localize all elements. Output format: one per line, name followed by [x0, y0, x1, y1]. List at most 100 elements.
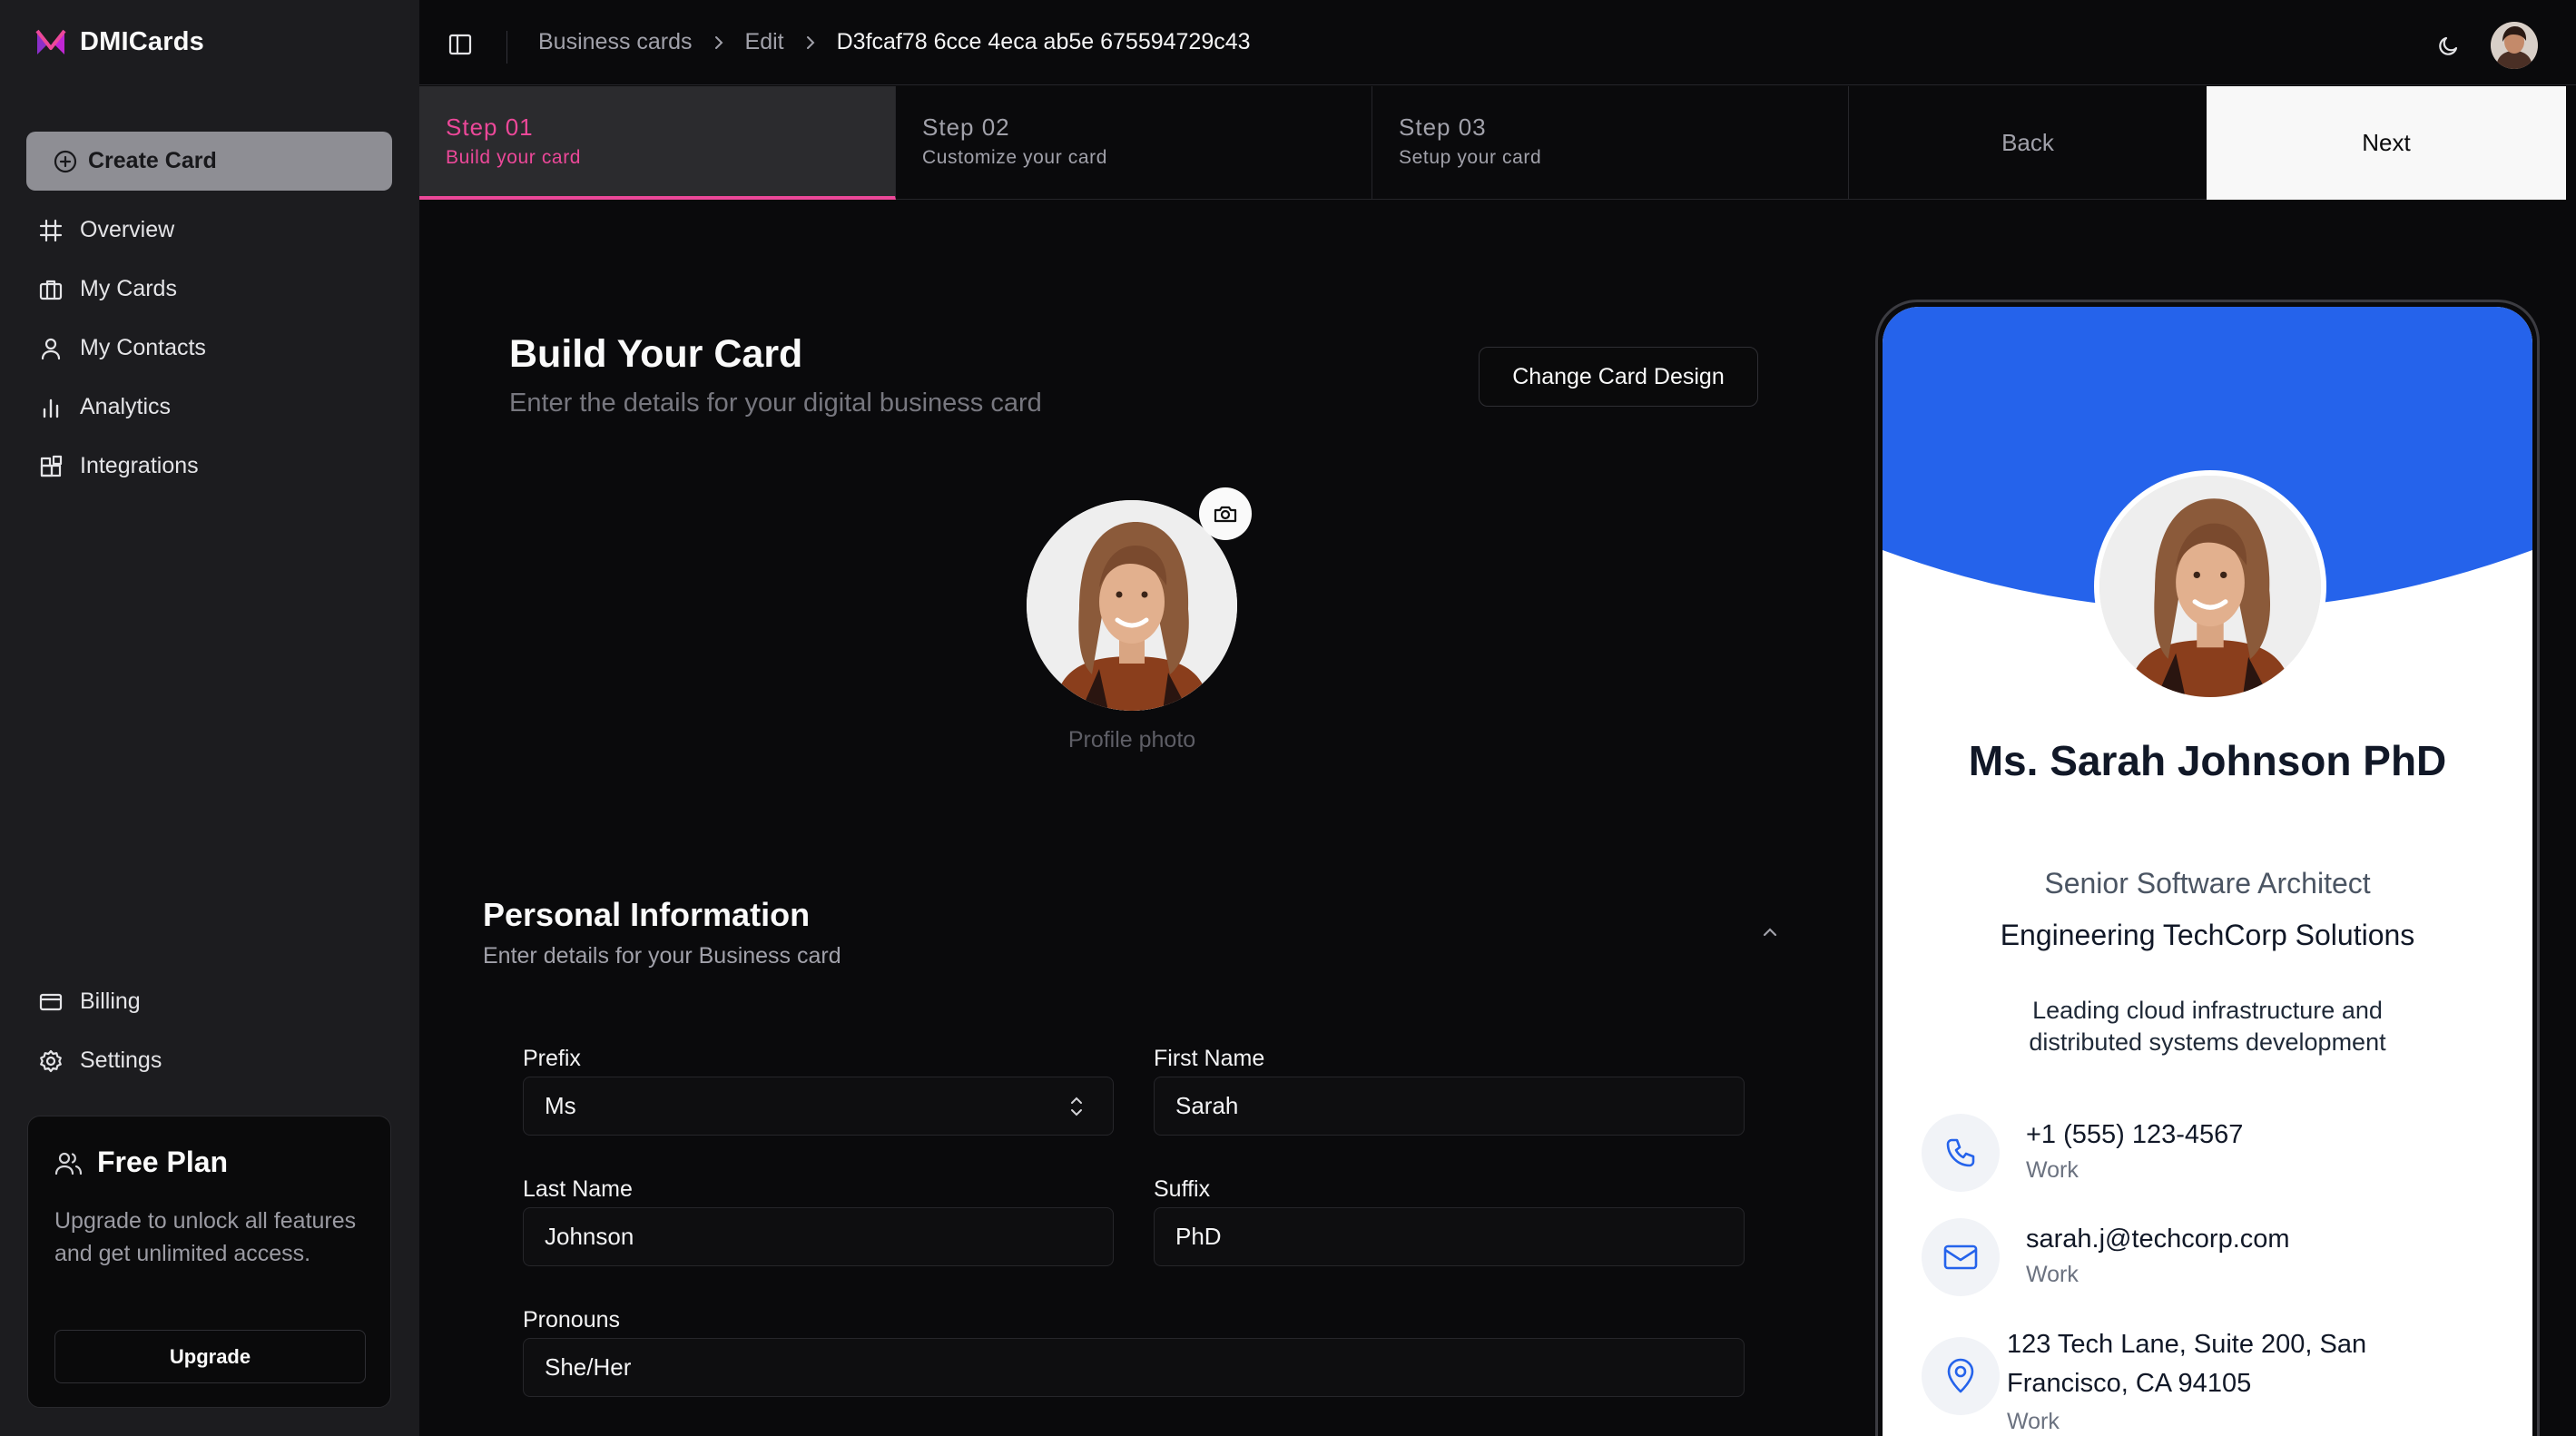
card-company: Engineering TechCorp Solutions [2000, 919, 2415, 951]
user-avatar[interactable] [2491, 22, 2538, 69]
breadcrumb-current: D3fcaf78 6cce 4eca ab5e 675594729c43 [836, 29, 1251, 54]
page-title: Build Your Card [509, 332, 803, 376]
create-card-button[interactable]: Create Card [26, 132, 392, 191]
section-title: Personal Information [483, 896, 811, 933]
profile-photo-label: Profile photo [1067, 727, 1196, 752]
prefix-label: Prefix [523, 1046, 581, 1071]
step-03[interactable]: Step 03 Setup your card [1372, 86, 1849, 200]
credit-card-icon [38, 989, 64, 1015]
card-bio: Leading cloud infrastructure and distrib… [2029, 997, 2386, 1056]
next-button[interactable]: Next [2207, 86, 2566, 200]
nav-label: Analytics [80, 394, 172, 419]
pronouns-label: Pronouns [523, 1307, 621, 1333]
create-card-label: Create Card [88, 148, 217, 173]
nav-label: Settings [80, 1047, 162, 1073]
chevron-right-icon [713, 34, 725, 52]
phone-value[interactable]: +1 (555) 123-4567 [2026, 1120, 2243, 1150]
users-icon [54, 1149, 84, 1176]
plan-card: Free Plan Upgrade to unlock all features… [27, 1116, 391, 1408]
address-value[interactable]: 123 Tech Lane, Suite 200, San Francisco,… [2007, 1325, 2433, 1403]
bar-chart-icon [38, 395, 64, 420]
plan-title-row: Free Plan [54, 1146, 228, 1179]
logo-icon [34, 28, 67, 57]
last-name-input[interactable]: Johnson [523, 1207, 1114, 1266]
address-contact-icon-button[interactable] [1922, 1337, 2000, 1415]
camera-icon [1213, 503, 1238, 525]
email-type: Work [2026, 1262, 2079, 1287]
suffix-label: Suffix [1154, 1176, 1211, 1202]
sidebar-toggle-button[interactable] [447, 31, 474, 58]
nav-item-settings[interactable]: Settings [26, 1031, 392, 1090]
plan-description: Upgrade to unlock all features and get u… [54, 1208, 357, 1266]
phone-icon [1943, 1136, 1978, 1170]
nav-label: Overview [80, 217, 175, 242]
card-name: Ms. Sarah Johnson PhD [1968, 737, 2447, 784]
sidebar: DMICards Create Card Overview My Cards M… [0, 0, 419, 1436]
card-preview: Ms. Sarah Johnson PhD Senior Software Ar… [1883, 307, 2532, 1436]
step-02[interactable]: Step 02 Customize your card [896, 86, 1372, 200]
gear-icon [38, 1048, 64, 1074]
chevron-up-icon [1758, 920, 1782, 944]
hash-icon [38, 218, 64, 243]
email-contact-icon-button[interactable] [1922, 1218, 2000, 1296]
suffix-input[interactable]: PhD [1154, 1207, 1745, 1266]
nav-label: Billing [80, 988, 141, 1014]
brand[interactable]: DMICards [34, 27, 204, 57]
first-name-input[interactable]: Sarah [1154, 1077, 1745, 1136]
mail-icon [1942, 1243, 1979, 1272]
nav-item-overview[interactable]: Overview [26, 201, 392, 260]
nav-label: Integrations [80, 453, 199, 478]
chevron-right-icon [804, 34, 817, 52]
step-number: Step 02 [922, 113, 1010, 141]
briefcase-icon [38, 277, 64, 302]
secondary-nav: Billing Settings [26, 972, 392, 1090]
collapse-section-button[interactable] [1758, 920, 1782, 944]
card-role: Senior Software Architect [2044, 867, 2371, 900]
divider [506, 31, 507, 64]
plan-title: Free Plan [97, 1146, 229, 1178]
top-bar: Business cards Edit D3fcaf78 6cce 4eca a… [419, 7, 2576, 85]
nav-item-billing[interactable]: Billing [26, 972, 392, 1031]
prefix-select[interactable]: Ms [523, 1077, 1114, 1136]
pronouns-input[interactable]: She/Her [523, 1338, 1745, 1397]
last-name-label: Last Name [523, 1176, 633, 1202]
app-name: DMICards [80, 27, 204, 56]
panel-left-icon [447, 31, 474, 58]
nav-item-my-contacts[interactable]: My Contacts [26, 319, 392, 378]
upgrade-button[interactable]: Upgrade [54, 1330, 366, 1383]
main-nav: Overview My Cards My Contacts Analytics … [26, 201, 392, 496]
step-label: Setup your card [1399, 147, 1542, 168]
step-01[interactable]: Step 01 Build your card [419, 86, 896, 200]
page-subtitle: Enter the details for your digital busin… [509, 389, 1042, 418]
card-preview-phone: Ms. Sarah Johnson PhD Senior Software Ar… [1875, 300, 2540, 1436]
prefix-value: Ms [545, 1092, 576, 1119]
phone-type: Work [2026, 1157, 2079, 1183]
upload-photo-button[interactable] [1199, 487, 1252, 540]
step-number: Step 01 [446, 113, 534, 141]
map-pin-icon [1945, 1358, 1976, 1394]
step-label: Customize your card [922, 147, 1107, 168]
theme-toggle-button[interactable] [2436, 33, 2462, 58]
phone-contact-icon-button[interactable] [1922, 1114, 2000, 1192]
nav-item-integrations[interactable]: Integrations [26, 437, 392, 496]
back-button[interactable]: Back [1849, 86, 2207, 200]
user-icon [38, 336, 64, 361]
plus-circle-icon [54, 150, 77, 173]
stepper: Step 01 Build your card Step 02 Customiz… [419, 86, 2576, 200]
nav-label: My Cards [80, 276, 177, 301]
section-subtitle: Enter details for your Business card [483, 943, 841, 969]
blocks-icon [38, 454, 64, 479]
card-avatar [2094, 470, 2326, 703]
breadcrumb-business-cards[interactable]: Business cards [538, 29, 693, 55]
nav-item-my-cards[interactable]: My Cards [26, 260, 392, 319]
moon-icon [2436, 33, 2462, 58]
first-name-label: First Name [1154, 1046, 1265, 1071]
breadcrumb-edit[interactable]: Edit [745, 29, 784, 55]
nav-label: My Contacts [80, 335, 206, 360]
nav-item-analytics[interactable]: Analytics [26, 378, 392, 437]
breadcrumb: Business cards Edit D3fcaf78 6cce 4eca a… [538, 29, 1251, 55]
address-type: Work [2007, 1409, 2060, 1434]
email-value[interactable]: sarah.j@techcorp.com [2026, 1225, 2290, 1254]
step-label: Build your card [446, 147, 582, 168]
change-card-design-button[interactable]: Change Card Design [1479, 347, 1758, 407]
